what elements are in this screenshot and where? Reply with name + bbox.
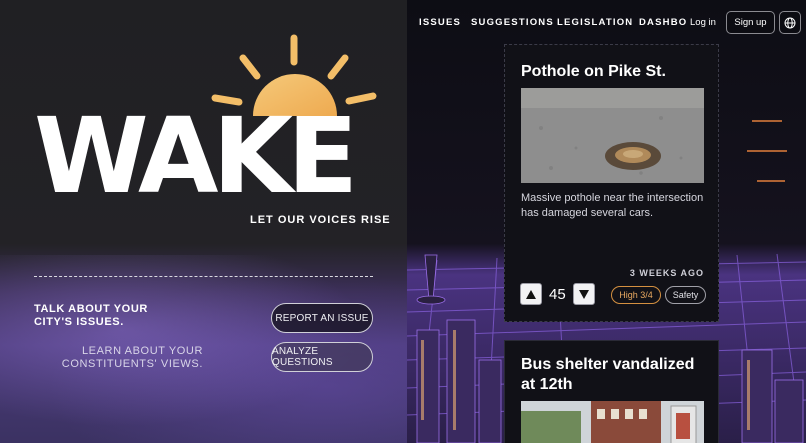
issue-title[interactable]: Pothole on Pike St.: [521, 62, 666, 82]
hero-divider: [34, 276, 373, 277]
brand-logo: WAKE: [34, 95, 358, 217]
triangle-down-icon: [579, 289, 589, 299]
nav-item-dashboard[interactable]: DASHBO: [639, 17, 687, 28]
globe-icon[interactable]: [779, 11, 801, 34]
triangle-up-icon: [526, 289, 536, 299]
login-link[interactable]: Log in: [690, 17, 716, 28]
nav-item-legislation[interactable]: LEGISLATION: [557, 17, 633, 28]
category-badge: Safety: [665, 286, 706, 304]
issues-panel: ISSUES SUGGESTIONS LEGISLATION DASHBO Lo…: [407, 0, 806, 443]
brand-tagline: LET OUR VOICES RISE: [250, 214, 391, 226]
report-issue-button[interactable]: REPORT AN ISSUE: [271, 303, 373, 333]
upvote-button[interactable]: [520, 283, 542, 305]
priority-badge: High 3/4: [611, 286, 661, 304]
talk-about-text: TALK ABOUT YOUR CITY'S ISSUES.: [34, 303, 148, 328]
issue-title[interactable]: Bus shelter vandalized at 12th: [521, 355, 701, 395]
issue-card[interactable]: Bus shelter vandalized at 12th: [504, 340, 719, 443]
issue-card[interactable]: Pothole on Pike St. Massive pothole near…: [504, 44, 719, 322]
analyze-questions-button[interactable]: ANALYZE QUESTIONS: [271, 342, 373, 372]
page: WAKE LET OUR VOICES RISE TALK ABOUT YOUR…: [0, 0, 806, 443]
issue-photo: [521, 88, 704, 183]
downvote-button[interactable]: [573, 283, 595, 305]
issue-description: Massive pothole near the intersection ha…: [521, 192, 704, 219]
signup-button[interactable]: Sign up: [726, 11, 775, 34]
hero-panel: WAKE LET OUR VOICES RISE TALK ABOUT YOUR…: [0, 0, 407, 443]
top-nav: ISSUES SUGGESTIONS LEGISLATION DASHBO Lo…: [407, 0, 806, 44]
learn-about-text: LEARN ABOUT YOUR CONSTITUENTS' VIEWS.: [61, 345, 203, 370]
nav-item-issues[interactable]: ISSUES: [419, 17, 461, 28]
vote-count: 45: [549, 286, 566, 303]
issue-time-ago: 3 WEEKS AGO: [629, 268, 704, 278]
issue-photo: [521, 401, 704, 443]
nav-item-suggestions[interactable]: SUGGESTIONS: [471, 17, 554, 28]
